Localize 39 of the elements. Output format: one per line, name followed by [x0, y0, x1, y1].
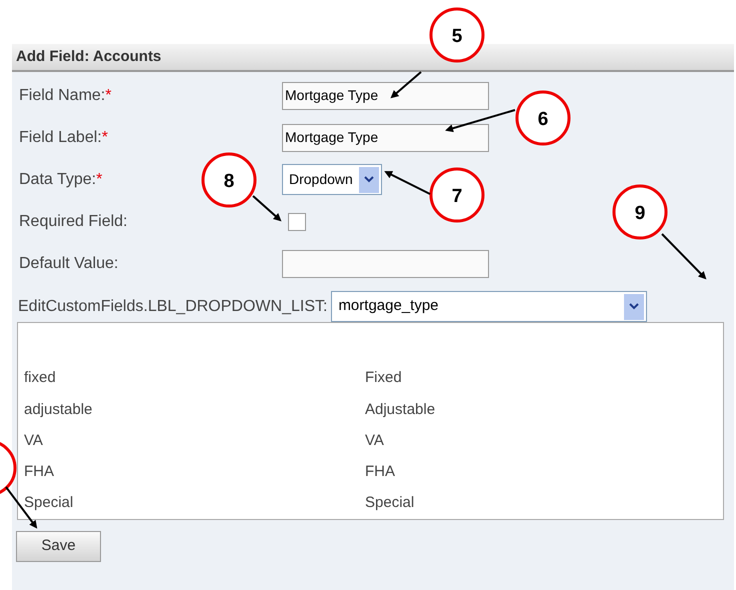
option-label: Adjustable: [365, 400, 436, 420]
chevron-down-icon: [364, 176, 374, 184]
callout-marker: 7: [430, 168, 484, 222]
panel-title: Add Field: Accounts: [16, 46, 162, 67]
text-field[interactable]: Mortgage Type: [282, 124, 489, 152]
option-label: VA: [365, 430, 384, 451]
text-field[interactable]: Mortgage Type: [282, 82, 489, 110]
callout-arrow: [661, 233, 706, 280]
field-label: Field Label:: [19, 128, 102, 148]
option-label: FHA: [365, 462, 395, 482]
dropdown-select[interactable]: mortgage_type: [331, 291, 648, 322]
callout-marker: 9: [612, 184, 668, 240]
save-button[interactable]: Save: [16, 531, 101, 562]
callout-marker: 6: [516, 90, 570, 146]
required-asterisk: *: [105, 86, 112, 106]
option-label: Special: [365, 493, 414, 514]
option-value: adjustable: [23, 400, 94, 420]
callout-arrow: [252, 195, 282, 222]
dropdown-select[interactable]: Dropdown: [282, 164, 382, 195]
option-value: fixed: [23, 368, 57, 388]
option-value: VA: [23, 430, 44, 451]
option-value: FHA: [23, 462, 55, 482]
callout-marker: 8: [202, 152, 256, 208]
callout-marker: 5: [430, 8, 484, 62]
field-label: Required Field:: [19, 212, 128, 232]
option-label: Fixed: [365, 368, 402, 388]
option-value: Special: [23, 493, 74, 514]
field-label: Default Value:: [19, 254, 118, 274]
required-asterisk: *: [102, 128, 108, 148]
callout-arrow: [445, 109, 516, 132]
field-label: Data Type:: [19, 170, 96, 190]
required-asterisk: *: [96, 170, 102, 190]
callout-arrow: [390, 71, 422, 98]
callout-arrow: [384, 171, 430, 195]
field-label: EditCustomFields.LBL_DROPDOWN_LIST:: [18, 296, 328, 316]
chevron-down-icon: [629, 302, 640, 310]
field-label: Field Name:: [19, 86, 106, 106]
text-field[interactable]: [282, 250, 489, 278]
checkbox[interactable]: [288, 212, 306, 230]
